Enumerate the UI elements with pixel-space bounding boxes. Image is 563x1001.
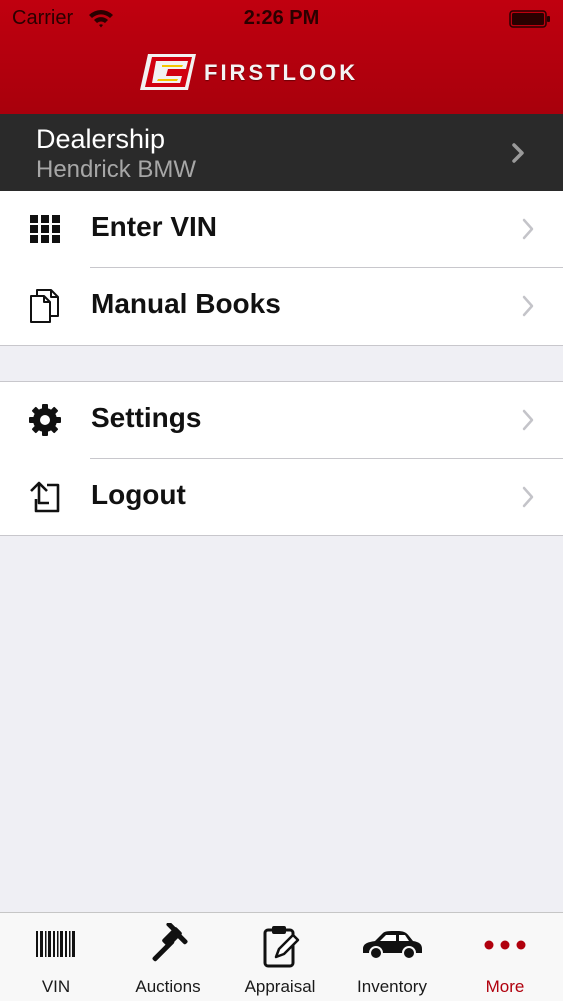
tab-inventory[interactable]: Inventory [336,913,448,1001]
tab-vin[interactable]: VIN [0,913,112,1001]
tab-appraisal[interactable]: Appraisal [224,913,336,1001]
tab-label: Auctions [135,977,201,996]
menu-item-enter-vin[interactable]: Enter VIN [0,191,563,268]
tab-label: Appraisal [244,977,316,996]
menu-group-primary: Enter VIN Manual Books [0,191,563,346]
logo-text: FIRSTLOOK [204,60,359,85]
chevron-right-icon [512,143,524,163]
menu-item-logout[interactable]: Logout [0,459,563,536]
menu-item-label: Enter VIN [91,211,218,242]
firstlook-logo: FIRSTLOOK [138,52,433,94]
documents-icon [30,289,59,323]
tab-more[interactable]: More [449,913,561,1001]
status-time: 2:26 PM [243,7,320,29]
chevron-right-icon [522,409,534,431]
app-header: Carrier 2:26 PM FIRSTLOOK [0,0,563,114]
tab-auctions[interactable]: Auctions [112,913,224,1001]
more-dots-icon [484,940,526,950]
tab-label: Inventory [357,977,427,996]
dealership-selector[interactable]: Dealership Hendrick BMW [0,114,563,191]
menu-item-label: Logout [91,479,186,510]
keypad-icon [30,215,60,243]
menu-group-account: Settings Logout [0,381,563,536]
gear-icon [29,404,61,436]
menu-item-manual-books[interactable]: Manual Books [0,268,563,345]
menu-item-settings[interactable]: Settings [0,382,563,459]
dealership-label: Dealership [36,124,166,154]
tab-bar: VIN Auctions Appraisal Inventory More [0,912,563,1001]
logo-mark-icon [140,54,196,90]
chevron-right-icon [522,486,534,508]
chevron-right-icon [522,295,534,317]
logout-icon [30,481,60,513]
barcode-icon [36,931,75,957]
gavel-icon [152,923,188,962]
menu-item-label: Manual Books [91,288,281,319]
chevron-right-icon [522,218,534,240]
menu-item-label: Settings [91,402,202,433]
battery-icon [509,10,550,28]
car-icon [363,931,422,960]
status-bar: Carrier 2:26 PM [0,0,563,38]
dealership-value: Hendrick BMW [36,156,197,183]
tab-label: VIN [41,977,71,996]
tab-label: More [485,977,525,996]
clipboard-icon [263,926,300,968]
